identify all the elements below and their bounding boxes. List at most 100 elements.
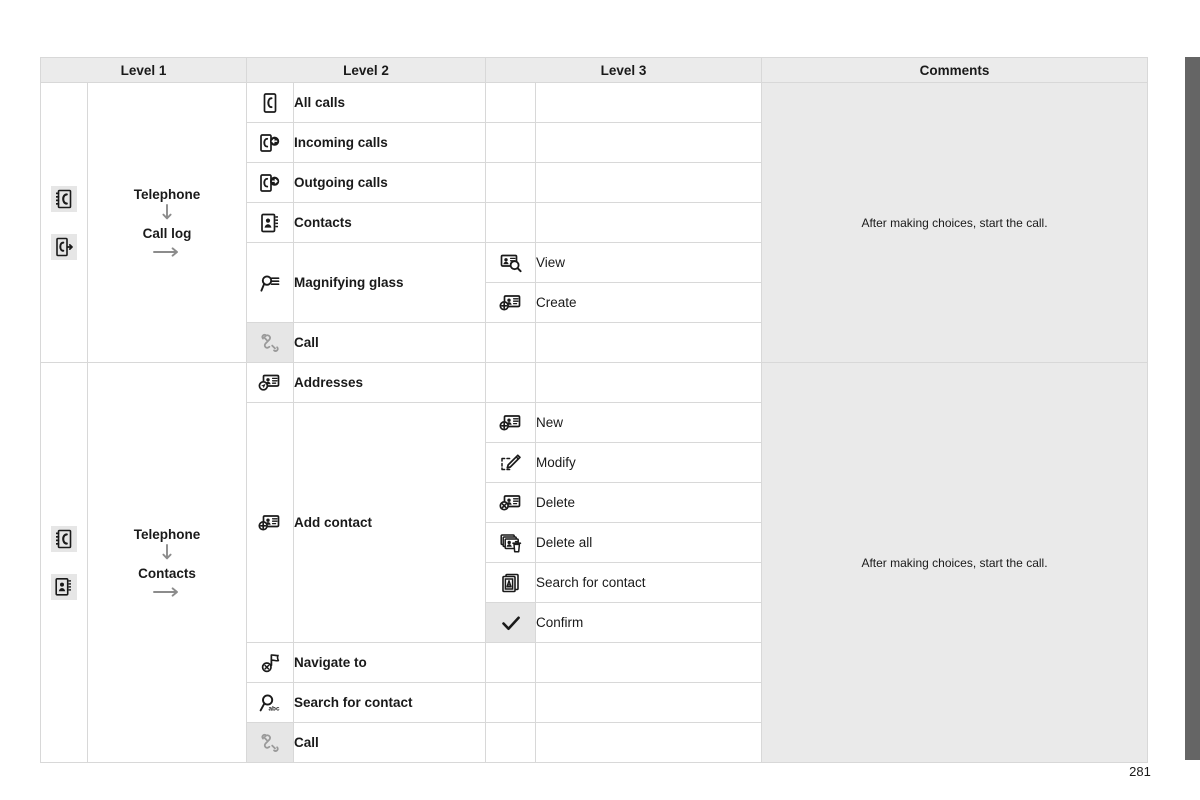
level2-label-call: Call xyxy=(293,722,486,763)
level1-node-secondary: Call log xyxy=(142,226,192,241)
contact-card-search-icon xyxy=(499,252,523,274)
contact-card-add-icon xyxy=(498,292,523,314)
level3-icon-new xyxy=(485,402,536,443)
level3-label-empty xyxy=(535,722,762,763)
level2-icon-search-for-contact: abc xyxy=(246,682,294,723)
level2-icon-outgoing-calls xyxy=(246,162,294,203)
level3-icon-empty xyxy=(485,162,536,203)
phonebook-icon xyxy=(51,185,77,212)
call-log-icon xyxy=(51,233,77,260)
level3-icon-empty xyxy=(485,122,536,163)
contact-card-add-icon xyxy=(498,412,523,434)
column-header-level-3: Level 3 xyxy=(485,57,762,83)
level3-label-new: New xyxy=(535,402,762,443)
level3-label-empty xyxy=(535,322,762,363)
handset-icon xyxy=(259,332,281,354)
outgoing-calls-icon xyxy=(259,172,281,194)
level3-label-confirm: Confirm xyxy=(535,602,762,643)
level1-node-primary: Telephone xyxy=(133,186,201,202)
level3-icon-create xyxy=(485,282,536,323)
column-header-comments: Comments xyxy=(761,57,1148,83)
level3-label-view: View xyxy=(535,242,762,283)
level3-icon-empty xyxy=(485,722,536,763)
incoming-calls-icon xyxy=(259,132,281,154)
delete-all-icon xyxy=(499,532,523,554)
navigate-to-icon xyxy=(259,652,281,674)
level2-icon-call xyxy=(246,722,294,763)
contact-card-delete-icon xyxy=(498,492,523,514)
arrow-down-icon xyxy=(161,204,173,224)
level2-label-search-for-contact: Search for contact xyxy=(293,682,486,723)
comment-section-1: After making choices, start the call. xyxy=(761,362,1148,763)
all-calls-icon xyxy=(260,92,280,114)
level3-icon-confirm xyxy=(485,602,536,643)
level3-icon-delete xyxy=(485,482,536,523)
level2-label-all-calls: All calls xyxy=(293,82,486,123)
level3-icon-empty xyxy=(485,642,536,683)
table-row: Telephone Call log All calls After makin… xyxy=(40,82,1148,363)
level1-node-secondary: Contacts xyxy=(138,566,196,581)
checkmark-icon xyxy=(500,612,522,634)
level2-label-addresses: Addresses xyxy=(293,362,486,403)
level3-label-empty xyxy=(535,202,762,243)
level2-icon-addresses xyxy=(246,362,294,403)
level2-label-contacts: Contacts xyxy=(293,202,486,243)
level3-icon-empty xyxy=(485,322,536,363)
svg-text:abc: abc xyxy=(269,705,280,712)
search-contact-icon xyxy=(500,572,522,594)
arrow-right-icon xyxy=(152,586,182,598)
level3-label-empty xyxy=(535,362,762,403)
level2-icon-contacts xyxy=(246,202,294,243)
arrow-down-icon xyxy=(161,544,173,564)
level2-label-incoming-calls: Incoming calls xyxy=(293,122,486,163)
page-number: 281 xyxy=(1129,764,1151,779)
level3-label-empty xyxy=(535,122,762,163)
level1-path-section-1: Telephone Contacts xyxy=(87,362,247,763)
contacts-book-icon xyxy=(259,212,281,234)
column-header-level-2: Level 2 xyxy=(246,57,486,83)
level3-label-modify: Modify xyxy=(535,442,762,483)
level1-node-primary: Telephone xyxy=(133,526,201,542)
arrow-right-icon xyxy=(152,246,182,258)
page-edge-tab xyxy=(1185,57,1200,760)
menu-structure-table: Level 1 Level 2 Level 3 Comments Telepho… xyxy=(40,57,1148,763)
level3-label-empty xyxy=(535,642,762,683)
level2-label-magnifying-glass: Magnifying glass xyxy=(293,242,486,323)
level1-path-section-0: Telephone Call log xyxy=(87,82,247,363)
level3-label-empty xyxy=(535,682,762,723)
level3-icon-empty xyxy=(485,202,536,243)
level2-label-navigate-to: Navigate to xyxy=(293,642,486,683)
level3-icon-modify xyxy=(485,442,536,483)
level2-icon-magnifying-glass xyxy=(246,242,294,323)
table-row: Telephone Contacts Addresses After makin… xyxy=(40,362,1148,763)
level3-icon-view xyxy=(485,242,536,283)
level3-icon-empty xyxy=(485,82,536,123)
level1-icon-stack-section-1 xyxy=(40,362,88,763)
table-header: Level 1 Level 2 Level 3 Comments xyxy=(40,57,1148,83)
level3-label-search-for-contact: Search for contact xyxy=(535,562,762,603)
level1-icon-stack-section-0 xyxy=(40,82,88,363)
level2-icon-add-contact xyxy=(246,402,294,643)
level3-label-empty xyxy=(535,162,762,203)
level2-icon-navigate-to xyxy=(246,642,294,683)
level3-icon-empty xyxy=(485,682,536,723)
column-header-level-1: Level 1 xyxy=(40,57,247,83)
addresses-icon xyxy=(258,372,282,394)
level2-icon-call xyxy=(246,322,294,363)
contacts-book-icon xyxy=(51,573,77,600)
level3-label-create: Create xyxy=(535,282,762,323)
contact-card-add-icon xyxy=(258,512,282,534)
magnifying-glass-list-icon xyxy=(259,272,281,294)
pencil-edit-icon xyxy=(499,452,523,474)
level2-icon-all-calls xyxy=(246,82,294,123)
comment-section-0: After making choices, start the call. xyxy=(761,82,1148,363)
level3-icon-search-for-contact xyxy=(485,562,536,603)
level3-icon-empty xyxy=(485,362,536,403)
level3-label-delete-all: Delete all xyxy=(535,522,762,563)
level2-label-add-contact: Add contact xyxy=(293,402,486,643)
level2-icon-incoming-calls xyxy=(246,122,294,163)
level3-label-empty xyxy=(535,82,762,123)
handset-icon xyxy=(259,732,281,754)
level2-label-outgoing-calls: Outgoing calls xyxy=(293,162,486,203)
level2-label-call: Call xyxy=(293,322,486,363)
